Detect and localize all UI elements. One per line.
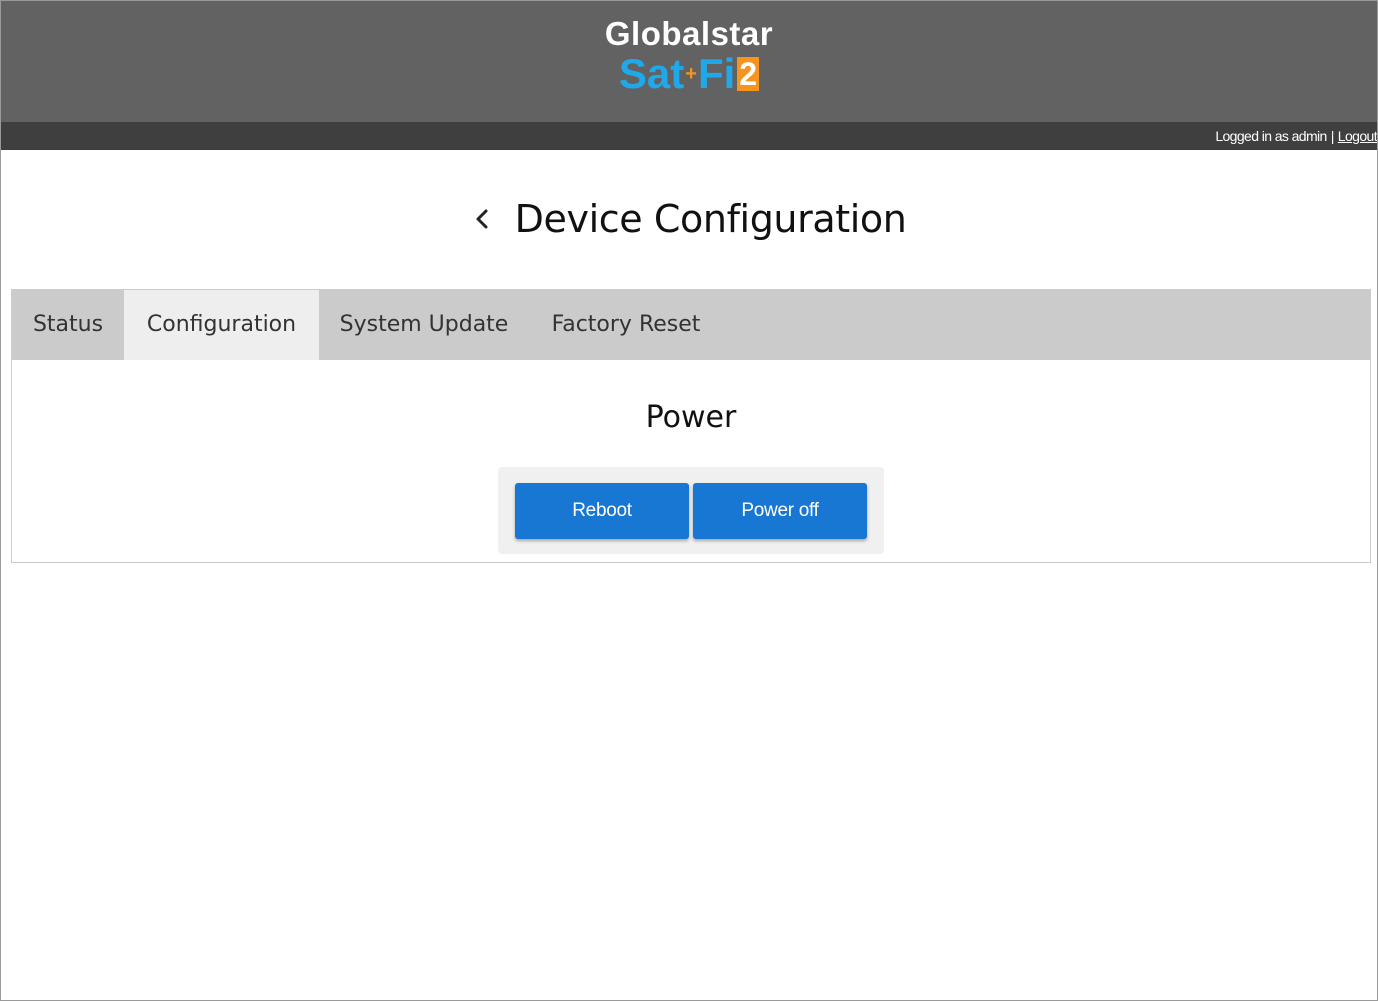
- app-window: Globalstar Sat+Fi 2 Logged in as admin | Lo…: [0, 0, 1378, 1001]
- tab-bar: Status Configuration System Update Facto…: [12, 290, 1370, 360]
- power-button-group: Reboot Power off: [498, 467, 884, 554]
- power-off-button[interactable]: Power off: [693, 483, 867, 539]
- reboot-button[interactable]: Reboot: [515, 483, 689, 539]
- page-header: Device Configuration: [1, 197, 1377, 247]
- logout-link[interactable]: Logout: [1338, 128, 1377, 144]
- power-section-title: Power: [645, 400, 737, 435]
- logo-plus-icon: +: [685, 62, 697, 85]
- user-bar: Logged in as admin | Logout: [1, 122, 1377, 150]
- logo-brand-text: Globalstar: [604, 15, 774, 52]
- logo-number-badge: 2: [737, 56, 760, 92]
- logged-in-label: Logged in as admin: [1215, 128, 1327, 144]
- user-status: Logged in as admin | Logout: [1215, 128, 1377, 144]
- logo-fi-text: Fi: [697, 50, 736, 97]
- device-config-panel: Status Configuration System Update Facto…: [11, 289, 1371, 563]
- logo-sat-text: Sat: [618, 50, 685, 97]
- chevron-left-icon[interactable]: [472, 204, 492, 234]
- tab-system-update[interactable]: System Update: [319, 290, 529, 360]
- user-bar-separator: |: [1330, 128, 1335, 144]
- globalstar-satfi2-logo: Globalstar Sat+Fi 2: [1, 17, 1377, 98]
- tab-status[interactable]: Status: [12, 290, 124, 360]
- tab-configuration[interactable]: Configuration: [124, 290, 319, 360]
- tab-factory-reset[interactable]: Factory Reset: [529, 290, 723, 360]
- page-title: Device Configuration: [514, 197, 907, 241]
- header: Globalstar Sat+Fi 2: [1, 1, 1377, 122]
- logo-product-text: Sat+Fi 2: [618, 50, 760, 98]
